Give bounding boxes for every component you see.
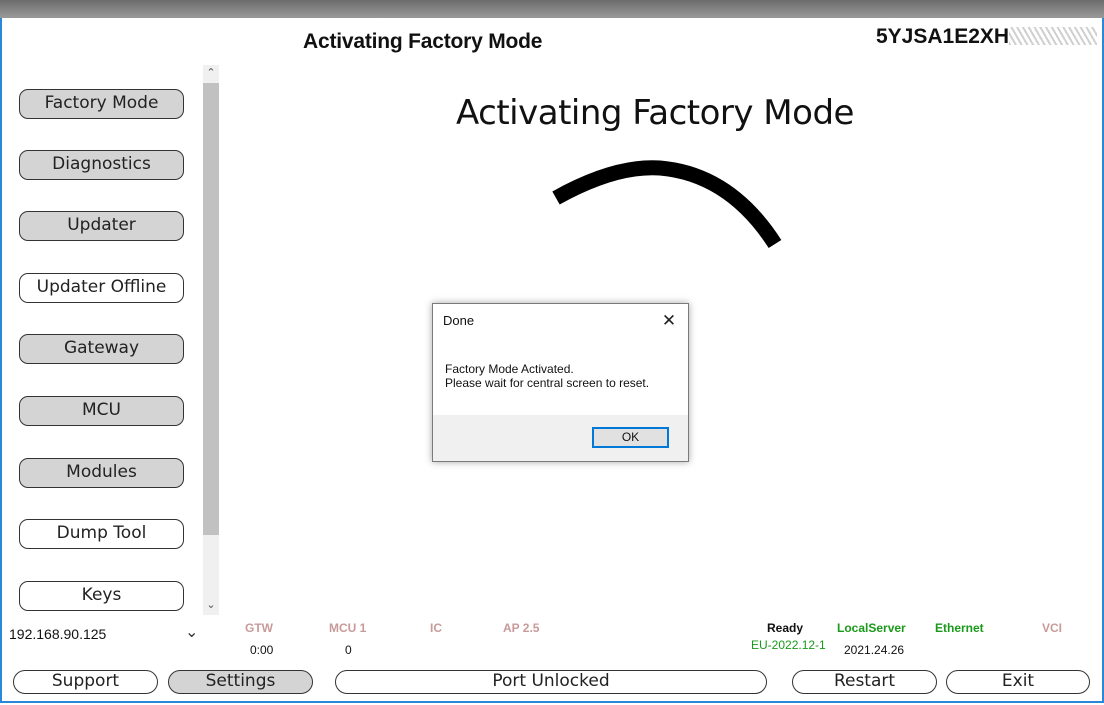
chevron-down-icon[interactable]: ⌄ bbox=[185, 622, 198, 641]
dialog-footer: OK bbox=[433, 415, 688, 461]
vin-text: 5YJSA1E2XH bbox=[876, 25, 1010, 48]
vin-display: 5YJSA1E2XH bbox=[876, 25, 1098, 49]
sidebar-item-updater[interactable]: Updater bbox=[19, 211, 184, 241]
sidebar-item-updater-offline[interactable]: Updater Offline bbox=[19, 273, 184, 303]
status-localserver-label: LocalServer bbox=[837, 621, 906, 635]
scroll-down-icon[interactable]: ⌄ bbox=[203, 597, 219, 613]
sidebar-item-mcu[interactable]: MCU bbox=[19, 396, 184, 426]
sidebar-item-dump-tool[interactable]: Dump Tool bbox=[19, 519, 184, 549]
window-titlebar bbox=[0, 0, 1104, 18]
main-heading: Activating Factory Mode bbox=[456, 93, 854, 133]
sidebar-item-diagnostics[interactable]: Diagnostics bbox=[19, 150, 184, 180]
support-button[interactable]: Support bbox=[13, 670, 158, 694]
done-dialog: Done ✕ Factory Mode Activated. Please wa… bbox=[432, 303, 689, 462]
status-ic-label: IC bbox=[430, 621, 442, 635]
port-unlocked-button[interactable]: Port Unlocked bbox=[335, 670, 767, 694]
status-ready-value: EU-2022.12-1 bbox=[751, 638, 826, 652]
loading-spinner-icon bbox=[552, 160, 782, 249]
sidebar-item-factory-mode[interactable]: Factory Mode bbox=[19, 89, 184, 119]
settings-button[interactable]: Settings bbox=[168, 670, 313, 694]
dialog-title: Done bbox=[443, 313, 475, 328]
scroll-up-icon[interactable]: ⌃ bbox=[203, 65, 219, 81]
status-gtw-value: 0:00 bbox=[250, 643, 274, 657]
status-mcu-value: 0 bbox=[345, 643, 352, 657]
scrollbar-thumb[interactable] bbox=[203, 83, 219, 535]
dialog-message-line-2: Please wait for central screen to reset. bbox=[445, 376, 650, 390]
status-ready-label: Ready bbox=[767, 621, 804, 635]
sidebar-item-modules[interactable]: Modules bbox=[19, 458, 184, 488]
sidebar-item-keys[interactable]: Keys bbox=[19, 581, 184, 611]
status-mcu-label: MCU 1 bbox=[329, 621, 367, 635]
close-icon[interactable]: ✕ bbox=[659, 312, 679, 330]
ip-select[interactable]: 192.168.90.125 bbox=[9, 626, 106, 642]
page-title: Activating Factory Mode bbox=[303, 30, 543, 53]
status-gtw-label: GTW bbox=[245, 621, 273, 635]
status-ethernet-label: Ethernet bbox=[935, 621, 984, 635]
vin-redaction bbox=[1009, 27, 1098, 45]
status-vci-label: VCI bbox=[1042, 621, 1063, 635]
status-localserver-value: 2021.24.26 bbox=[844, 643, 905, 657]
sidebar-item-gateway[interactable]: Gateway bbox=[19, 334, 184, 364]
restart-button[interactable]: Restart bbox=[792, 670, 937, 694]
dialog-message: Factory Mode Activated. Please wait for … bbox=[445, 362, 649, 390]
sidebar-scrollbar[interactable]: ⌃ ⌄ bbox=[203, 65, 219, 615]
exit-button[interactable]: Exit bbox=[946, 670, 1090, 694]
dialog-message-line-1: Factory Mode Activated. bbox=[445, 362, 574, 376]
status-ap-label: AP 2.5 bbox=[503, 621, 540, 635]
ok-button[interactable]: OK bbox=[592, 427, 669, 448]
